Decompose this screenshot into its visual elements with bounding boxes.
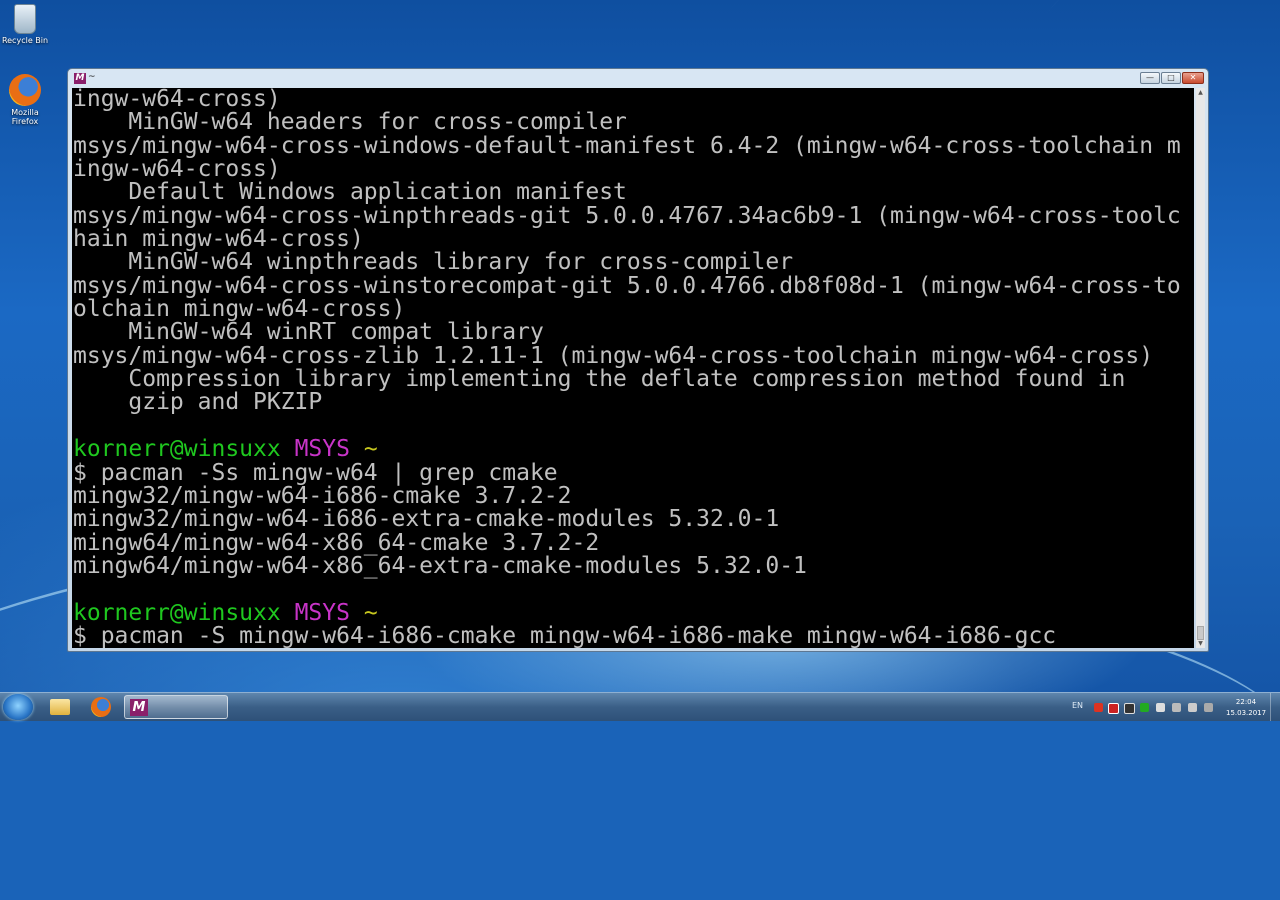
desktop-icon-recycle-bin[interactable]: Recycle Bin	[0, 4, 52, 45]
terminal-line: MinGW-w64 winpthreads library for cross-…	[73, 249, 794, 276]
terminal-output[interactable]: ingw-w64-cross) MinGW-w64 headers for cr…	[72, 88, 1194, 648]
prompt-user: kornerr@winsuxx	[73, 436, 281, 463]
title-bar[interactable]: M ~ — □ ✕	[68, 69, 1208, 88]
taskbar-windows-explorer[interactable]	[44, 695, 76, 719]
desktop-icon-label: Recycle Bin	[1, 36, 49, 45]
show-desktop-button[interactable]	[1270, 693, 1280, 721]
terminal-line: gzip and PKZIP	[73, 389, 323, 416]
msys-icon[interactable]: M	[74, 73, 86, 84]
scroll-thumb[interactable]	[1197, 626, 1204, 640]
prompt-env: MSYS	[294, 436, 350, 463]
terminal-line: Default Windows application manifest	[73, 179, 627, 206]
maximize-button[interactable]: □	[1161, 72, 1181, 84]
start-button[interactable]	[3, 694, 33, 720]
scroll-down-arrow-icon[interactable]: ▼	[1196, 639, 1205, 648]
prompt-env: MSYS	[294, 599, 350, 626]
tray-app-icon[interactable]	[1124, 703, 1135, 714]
terminal-line: ingw-w64-cross)	[73, 156, 281, 183]
prompt-user: kornerr@winsuxx	[73, 599, 281, 626]
terminal-line: MinGW-w64 headers for cross-compiler	[73, 109, 627, 136]
shell-prompt: kornerr@winsuxx MSYS ~	[72, 599, 1194, 626]
vertical-scrollbar[interactable]: ▲ ▼	[1196, 88, 1205, 648]
taskbar-firefox[interactable]	[85, 695, 117, 719]
terminal-line: msys/mingw-w64-cross-winstorecompat-git …	[73, 272, 1181, 299]
search-result: mingw64/mingw-w64-x86_64-extra-cmake-mod…	[73, 552, 807, 579]
search-result: mingw64/mingw-w64-x86_64-cmake 3.7.2-2	[73, 529, 600, 556]
taskbar: M EN 22:04 15.03.2017	[0, 692, 1280, 721]
recycle-bin-icon	[14, 4, 36, 34]
prompt-path: ~	[363, 436, 378, 463]
search-result: mingw32/mingw-w64-i686-extra-cmake-modul…	[73, 506, 780, 533]
terminal-line: msys/mingw-w64-cross-winpthreads-git 5.0…	[73, 202, 1181, 229]
terminal-line: MinGW-w64 winRT compat library	[73, 319, 544, 346]
action-center-icon[interactable]	[1204, 703, 1213, 712]
firefox-icon	[9, 74, 41, 106]
firefox-icon	[91, 697, 111, 717]
desktop-icon-firefox[interactable]: Mozilla Firefox	[0, 74, 52, 126]
network-icon[interactable]	[1172, 703, 1181, 712]
terminal-line: hain mingw-w64-cross)	[73, 226, 364, 253]
shell-prompt: kornerr@winsuxx MSYS ~	[72, 436, 1194, 463]
windows-explorer-icon	[50, 699, 70, 715]
window-title: ~	[88, 72, 96, 82]
clock[interactable]: 22:04 15.03.2017	[1226, 697, 1266, 719]
close-button[interactable]: ✕	[1182, 72, 1204, 84]
volume-icon[interactable]	[1156, 703, 1165, 712]
terminal-line: ingw-w64-cross)	[73, 88, 281, 112]
search-result: mingw32/mingw-w64-i686-cmake 3.7.2-2	[73, 482, 572, 509]
taskbar-msys-terminal[interactable]: M	[124, 695, 228, 719]
terminal-line: msys/mingw-w64-cross-zlib 1.2.11-1 (ming…	[73, 342, 1154, 369]
language-indicator[interactable]: EN	[1072, 701, 1083, 710]
tray-app-icon[interactable]	[1140, 703, 1149, 712]
desktop-icon-label: Mozilla Firefox	[11, 108, 39, 126]
msys-terminal-window[interactable]: M ~ — □ ✕ ingw-w64-cross) MinGW-w64 head…	[67, 68, 1209, 652]
tray-app-icon[interactable]	[1108, 703, 1119, 714]
minimize-button[interactable]: —	[1140, 72, 1160, 84]
terminal-line: Compression library implementing the def…	[73, 366, 1126, 393]
display-icon[interactable]	[1188, 703, 1197, 712]
terminal-line: msys/mingw-w64-cross-windows-default-man…	[73, 132, 1181, 159]
clock-time: 22:04	[1235, 698, 1257, 706]
terminal-line: olchain mingw-w64-cross)	[73, 296, 406, 323]
command-line: $ pacman -Ss mingw-w64 | grep cmake	[73, 459, 558, 486]
command-input-line[interactable]: $ pacman -S mingw-w64-i686-cmake mingw-w…	[72, 624, 1194, 648]
prompt-path: ~	[363, 599, 378, 626]
scroll-up-arrow-icon[interactable]: ▲	[1196, 88, 1205, 97]
tray-app-icon[interactable]	[1094, 703, 1103, 712]
msys-icon: M	[130, 699, 148, 716]
clock-date: 15.03.2017	[1226, 709, 1267, 717]
